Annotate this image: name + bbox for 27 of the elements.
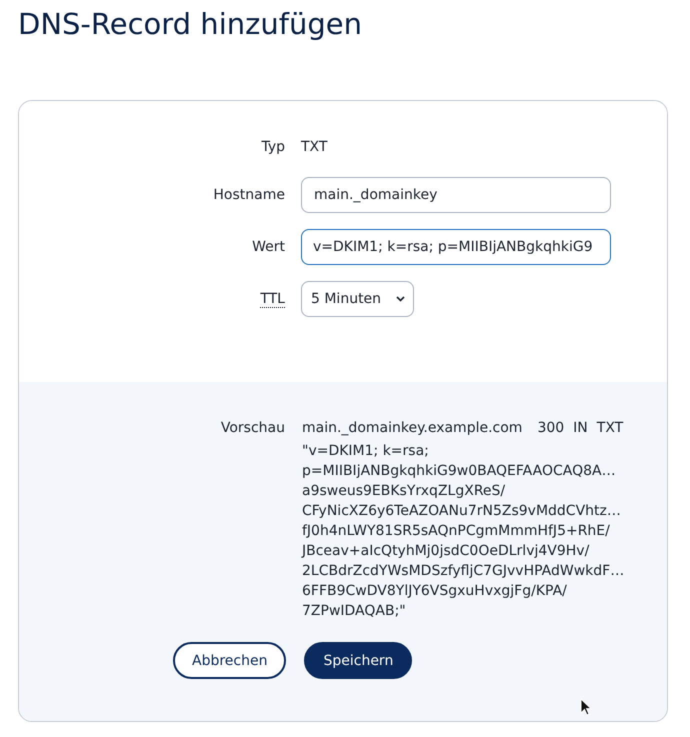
save-button[interactable]: Speichern bbox=[304, 642, 412, 679]
field-label: TTL bbox=[260, 291, 285, 308]
record-ttl: 300 bbox=[537, 419, 564, 438]
ttl-dropdown[interactable]: 5 Minuten bbox=[301, 281, 414, 317]
record-value-line: p=MIIBIjANBgkqhkiG9w0BAQEFAAOCAQ8A… bbox=[302, 462, 617, 481]
record-value-line: CFyNicXZ6y6TeAZOANu7rN5Zs9vMddCVhtz… bbox=[302, 502, 622, 521]
record-value-line: "v=DKIM1; k=rsa; bbox=[302, 442, 430, 461]
preview-label: Vorschau bbox=[220, 420, 285, 436]
text-field[interactable]: v=DKIM1; k=rsa; p=MIIBIjANBgkqhkiG9 bbox=[301, 229, 611, 265]
record-class: IN bbox=[573, 419, 588, 438]
mouse-pointer-icon bbox=[580, 698, 592, 716]
record-type: TXT bbox=[596, 419, 624, 438]
record-value-line: 6FFB9CwDV8YlJY6VSgxuHvxgjFg/KPA/ bbox=[302, 582, 568, 601]
record-value-line: 7ZPwIDAQAB;" bbox=[302, 602, 407, 621]
record-value-line: 2LCBdrZcdYWsMDSzfyfljC7GJvvHPAdWwkdF… bbox=[302, 562, 624, 581]
text-field[interactable]: main._domainkey bbox=[301, 177, 611, 213]
field-label: Typ bbox=[261, 139, 285, 155]
record-value-line: JBceav+aIcQtyhMj0jsdC0OeDLrlvj4V9Hv/ bbox=[302, 542, 590, 561]
page-title: DNS-Record hinzufügen bbox=[18, 6, 363, 42]
record-name: main._domainkey.example.com bbox=[302, 419, 522, 438]
cancel-button[interactable]: Abbrechen bbox=[173, 642, 286, 679]
field-label: Wert bbox=[252, 239, 285, 255]
field-label: Hostname bbox=[213, 187, 285, 203]
chevron-down-icon bbox=[396, 296, 405, 302]
field-value: TXT bbox=[301, 139, 328, 155]
record-value-line: a9sweus9EBKsYrxqZLgXReS/ bbox=[302, 482, 506, 501]
record-value-line: fJ0h4nLWY81SR5sAQnPCgmMmmHfJ5+RhE/ bbox=[302, 522, 611, 541]
